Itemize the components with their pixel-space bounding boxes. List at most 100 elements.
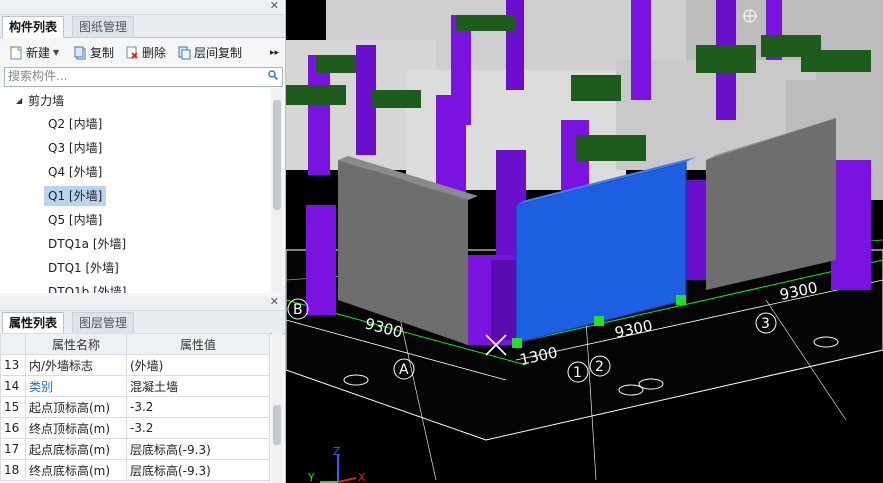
property-name: 终点顶标高(m) [25,417,127,439]
tree-item[interactable]: Q2 [内墙] [44,114,106,134]
property-value[interactable]: (外墙) [126,354,270,376]
more-chevron-icon[interactable]: ▸▸ [270,44,279,62]
copy-icon [74,46,86,60]
component-tree: ◢ 剪力墙 Q2 [内墙] Q3 [内墙] Q4 [外墙] Q1 [外墙] Q5… [0,88,270,293]
property-panel-tabs: 属性列表 图层管理 [0,311,285,334]
property-name: 起点顶标高(m) [25,396,127,418]
tree-item[interactable]: DTQ1 [外墙] [44,258,123,278]
tree-scrollbar-thumb[interactable] [273,100,281,210]
new-button-label: 新建 [26,46,51,60]
tree-item-selected[interactable]: Q1 [外墙] [44,186,107,206]
tree-item[interactable]: Q3 [内墙] [44,138,106,158]
new-button[interactable]: 新建 ▼ [10,44,59,62]
tab-property-list[interactable]: 属性列表 [2,312,65,334]
grip-point[interactable] [676,295,686,305]
column [631,0,651,100]
tab-drawing-management[interactable]: 图纸管理 [72,16,135,38]
property-scrollbar-thumb[interactable] [273,405,281,445]
beam [801,50,871,72]
row-number-header [0,333,26,355]
search-icon[interactable] [268,70,278,80]
axis-label-3: 3 [761,316,770,332]
property-value[interactable]: -3.2 [126,417,270,439]
beam [576,135,646,161]
axis-label-1: 1 [573,365,582,381]
gizmo-x-label: X [358,471,366,483]
row-number: 14 [0,375,26,397]
tab-component-list[interactable]: 构件列表 [2,16,65,38]
grip-point[interactable] [512,338,522,348]
tree-item[interactable]: Q5 [内墙] [44,210,106,230]
floor-copy-icon [178,46,191,60]
property-name: 起点底标高(m) [25,438,127,460]
gizmo-z-label: Z [333,445,341,458]
column [306,205,336,315]
table-row[interactable]: 15 起点顶标高(m) -3.2 [0,396,270,418]
beam [371,90,421,108]
property-value[interactable]: 层底标高(-9.3) [126,438,270,460]
copy-button-label: 复制 [90,46,115,60]
table-row[interactable]: 13 内/外墙标志 (外墙) [0,354,270,376]
row-number: 13 [0,354,26,376]
tree-item[interactable]: DTQ1b [外墙] [44,282,130,293]
property-value-header: 属性值 [126,333,270,355]
component-list-panel: ✕ 构件列表 图纸管理 新建 ▼ 复制 删除 层间复制 ▸▸ 搜索构件... ◢… [0,0,285,294]
panel-header-strip: ✕ [0,295,285,311]
tree-item[interactable]: DTQ1a [外墙] [44,234,130,254]
tree-root-shear-wall[interactable]: ◢ 剪力墙 [16,92,64,110]
beam [316,55,356,73]
delete-button-label: 删除 [142,46,167,60]
new-icon [10,46,22,60]
beam [456,15,516,31]
floor-copy-button[interactable]: 层间复制 [178,44,242,62]
search-box [4,67,283,87]
delete-button[interactable]: 删除 [126,44,166,62]
collapse-triangle-icon[interactable]: ◢ [16,92,22,110]
row-number: 17 [0,438,26,460]
tab-layer-management[interactable]: 图层管理 [72,312,135,334]
axis-label-b: B [293,302,303,318]
property-value[interactable]: 层底标高(-9.3) [126,459,270,481]
search-input[interactable] [5,68,258,84]
column [506,0,524,90]
property-header-row: 属性名称 属性值 [0,333,270,355]
axis-label-a: A [399,362,409,378]
axis-label-2: 2 [595,359,604,375]
table-row[interactable]: 17 起点底标高(m) 层底标高(-9.3) [0,438,270,460]
close-icon[interactable]: ✕ [270,0,279,12]
table-row[interactable]: 18 终点底标高(m) 层底标高(-9.3) [0,459,270,481]
tree-item[interactable]: Q4 [外墙] [44,162,106,182]
row-number: 16 [0,417,26,439]
property-scrollbar[interactable] [272,333,282,483]
column [491,260,516,340]
property-name: 终点底标高(m) [25,459,127,481]
gizmo-y-label: Y [307,471,315,483]
property-table: 属性名称 属性值 13 内/外墙标志 (外墙) 14 类别 混凝土墙 15 起点… [0,333,270,481]
left-sidebar: ✕ 构件列表 图纸管理 新建 ▼ 复制 删除 层间复制 ▸▸ 搜索构件... ◢… [0,0,286,483]
dropdown-arrow-icon[interactable]: ▼ [53,44,59,62]
axis-gizmo-icon: Z Y X [307,445,366,483]
property-value[interactable]: -3.2 [126,396,270,418]
component-toolbar: 新建 ▼ 复制 删除 层间复制 ▸▸ [0,41,285,65]
3d-viewport[interactable]: B A 1 2 3 9300 9300 9300 1300 Z Y X [286,0,883,483]
property-name: 内/外墙标志 [25,354,127,376]
gizmo-x-axis [337,477,357,483]
floor-copy-button-label: 层间复制 [194,46,243,60]
grip-point[interactable] [594,316,604,326]
tree-scrollbar[interactable] [272,88,282,293]
beam [696,45,756,73]
row-number: 18 [0,459,26,481]
property-value[interactable]: 混凝土墙 [126,375,270,397]
3d-model-canvas[interactable]: B A 1 2 3 9300 9300 9300 1300 Z Y X [286,0,883,483]
table-row[interactable]: 14 类别 混凝土墙 [0,375,270,397]
property-name: 类别 [25,375,127,397]
tree-root-label: 剪力墙 [28,94,65,108]
column [831,160,871,290]
table-row[interactable]: 16 终点顶标高(m) -3.2 [0,417,270,439]
close-icon[interactable]: ✕ [270,295,279,308]
property-panel: ✕ 属性列表 图层管理 属性名称 属性值 13 内/外墙标志 (外墙) 14 类… [0,295,285,483]
row-number: 15 [0,396,26,418]
property-name-header: 属性名称 [25,333,127,355]
copy-button[interactable]: 复制 [74,44,114,62]
component-panel-tabs: 构件列表 图纸管理 [0,15,285,38]
